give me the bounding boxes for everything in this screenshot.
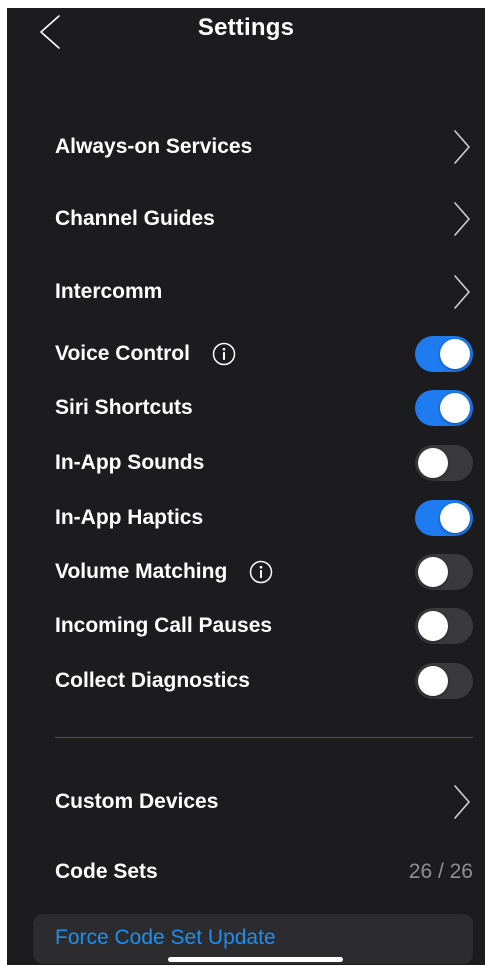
always-on-services-row[interactable]: Always-on Services <box>55 127 473 167</box>
toggle-knob <box>440 339 470 369</box>
siri-shortcuts-row: Siri Shortcuts <box>55 388 473 428</box>
chevron-right-icon <box>454 785 470 819</box>
channel-guides-row[interactable]: Channel Guides <box>55 199 473 239</box>
collect-diagnostics-toggle[interactable] <box>415 663 473 699</box>
always-on-services-label: Always-on Services <box>55 135 253 158</box>
in-app-sounds-label: In-App Sounds <box>55 451 205 474</box>
custom-devices-label: Custom Devices <box>55 790 219 813</box>
toggle-knob <box>440 503 470 533</box>
toggle-knob <box>440 393 470 423</box>
toggle-knob <box>418 557 448 587</box>
code-sets-label: Code Sets <box>55 860 158 883</box>
info-circle-icon[interactable] <box>249 560 273 584</box>
toggle-knob <box>418 611 448 641</box>
section-divider <box>55 737 473 738</box>
incoming-call-pauses-toggle[interactable] <box>415 608 473 644</box>
volume-matching-label: Volume Matching <box>55 560 228 583</box>
siri-shortcuts-toggle[interactable] <box>415 390 473 426</box>
volume-matching-row: Volume Matching <box>55 552 473 592</box>
in-app-sounds-toggle[interactable] <box>415 445 473 481</box>
chevron-right-icon <box>454 130 470 164</box>
info-circle-icon[interactable] <box>212 342 236 366</box>
code-sets-count: 26 / 26 <box>408 860 473 883</box>
chevron-right-icon <box>454 202 470 236</box>
voice-control-row: Voice Control <box>55 334 473 374</box>
incoming-call-pauses-row: Incoming Call Pauses <box>55 606 473 646</box>
voice-control-toggle[interactable] <box>415 336 473 372</box>
chevron-right-icon <box>454 275 470 309</box>
force-code-set-update-label: Force Code Set Update <box>55 926 276 949</box>
volume-matching-toggle[interactable] <box>415 554 473 590</box>
custom-devices-row[interactable]: Custom Devices <box>55 782 473 822</box>
page-title: Settings <box>197 14 295 41</box>
siri-shortcuts-label: Siri Shortcuts <box>55 396 193 419</box>
intercomm-row[interactable]: Intercomm <box>55 272 473 312</box>
channel-guides-label: Channel Guides <box>55 207 215 230</box>
toggle-knob <box>418 666 448 696</box>
in-app-haptics-row: In-App Haptics <box>55 498 473 538</box>
settings-screen: Settings Always-on Services Channel Guid… <box>7 8 485 965</box>
incoming-call-pauses-label: Incoming Call Pauses <box>55 614 273 637</box>
code-sets-row: Code Sets 26 / 26 <box>55 852 473 892</box>
toggle-knob <box>418 448 448 478</box>
intercomm-label: Intercomm <box>55 280 163 303</box>
collect-diagnostics-row: Collect Diagnostics <box>55 661 473 701</box>
in-app-haptics-label: In-App Haptics <box>55 506 204 529</box>
home-indicator <box>168 957 343 962</box>
collect-diagnostics-label: Collect Diagnostics <box>55 669 250 692</box>
in-app-sounds-row: In-App Sounds <box>55 443 473 483</box>
voice-control-label: Voice Control <box>55 342 190 365</box>
in-app-haptics-toggle[interactable] <box>415 500 473 536</box>
